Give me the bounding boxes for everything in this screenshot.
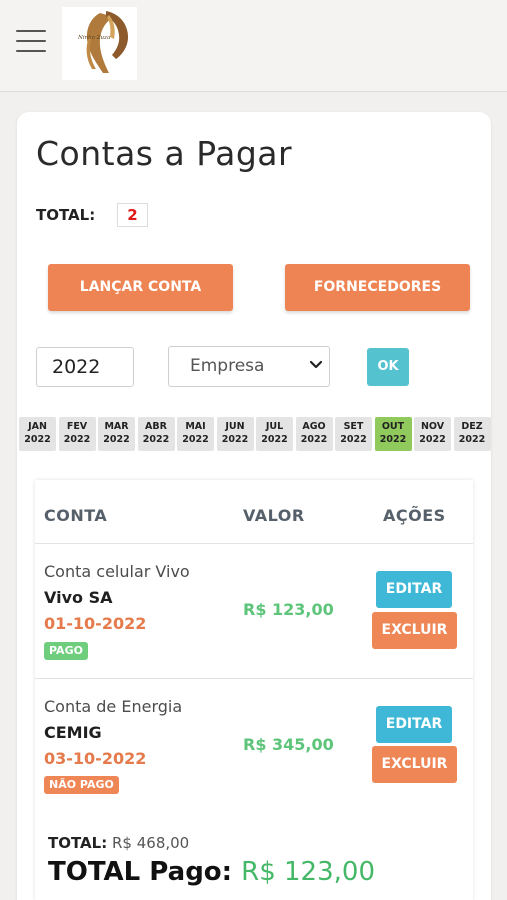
month-button-jul[interactable]: JUL 2022 bbox=[256, 417, 293, 451]
month-year: 2022 bbox=[221, 434, 249, 445]
column-header-acoes: AÇÕES bbox=[383, 506, 446, 525]
row-1-data: 01-10-2022 bbox=[44, 614, 147, 633]
month-year: 2022 bbox=[24, 434, 51, 445]
row-2-status-badge: NÃO PAGO bbox=[44, 776, 119, 794]
month-label: DEZ bbox=[461, 421, 483, 432]
summary-total: TOTAL: R$ 468,00 bbox=[48, 834, 189, 852]
month-year: 2022 bbox=[300, 434, 328, 445]
month-label: OUT bbox=[381, 421, 405, 432]
row-2-valor: R$ 345,00 bbox=[243, 735, 334, 754]
month-button-mar[interactable]: MAR 2022 bbox=[98, 417, 135, 451]
fornecedores-button[interactable]: FORNECEDORES bbox=[285, 264, 470, 311]
column-header-conta: CONTA bbox=[44, 506, 108, 525]
month-label: SET bbox=[343, 421, 364, 432]
month-year: 2022 bbox=[182, 434, 209, 445]
row-divider bbox=[35, 678, 473, 679]
month-year: 2022 bbox=[458, 434, 486, 445]
month-selector: JAN 2022 FEV 2022 MAR 2022 ABR 2022 MAI 2022 JUN 20… bbox=[19, 417, 491, 451]
month-button-nov[interactable]: NOV 2022 bbox=[414, 417, 451, 451]
empresa-select[interactable]: Empresa bbox=[168, 346, 330, 387]
summary-total-value: R$ 468,00 bbox=[112, 834, 190, 852]
month-button-jan[interactable]: JAN 2022 bbox=[19, 417, 56, 451]
month-button-out[interactable]: OUT 2022 bbox=[374, 417, 412, 451]
horse-logo-image: Ninho Zuza bbox=[77, 11, 128, 73]
page-title: Contas a Pagar bbox=[36, 134, 293, 173]
month-year: 2022 bbox=[261, 434, 288, 445]
summary-pago-label: TOTAL Pago: bbox=[48, 857, 233, 887]
row-2-descricao: Conta de Energia bbox=[44, 697, 183, 716]
year-input[interactable]: 2022 bbox=[36, 347, 134, 387]
month-label: ABR bbox=[145, 421, 167, 432]
logo-text: Ninho Zuza bbox=[77, 35, 110, 41]
month-label: AGO bbox=[302, 421, 326, 432]
top-bar: Ninho Zuza bbox=[0, 0, 507, 92]
month-button-ago[interactable]: AGO 2022 bbox=[295, 417, 333, 451]
month-button-abr[interactable]: ABR 2022 bbox=[137, 417, 175, 451]
column-header-valor: VALOR bbox=[243, 506, 305, 525]
row-2-excluir-button[interactable]: EXCLUIR bbox=[372, 746, 457, 783]
month-label: NOV bbox=[420, 421, 445, 432]
month-label: MAR bbox=[104, 421, 129, 432]
summary-total-label: TOTAL: bbox=[48, 834, 108, 852]
total-label: TOTAL: bbox=[36, 206, 96, 224]
month-label: JUL bbox=[265, 421, 284, 432]
header-divider bbox=[35, 543, 473, 544]
ok-button[interactable]: OK bbox=[367, 348, 409, 386]
month-year: 2022 bbox=[63, 434, 91, 445]
empresa-select-value: Empresa bbox=[190, 356, 265, 376]
month-label: JUN bbox=[225, 421, 245, 432]
lancar-conta-button[interactable]: LANÇAR CONTA bbox=[48, 264, 233, 311]
month-button-set[interactable]: SET 2022 bbox=[335, 417, 372, 451]
row-1-excluir-button[interactable]: EXCLUIR bbox=[372, 612, 457, 649]
row-2-editar-button[interactable]: EDITAR bbox=[376, 706, 452, 743]
total-count-badge: 2 bbox=[117, 203, 148, 227]
month-year: 2022 bbox=[379, 434, 407, 445]
month-label: MAI bbox=[185, 421, 206, 432]
summary-total-pago: TOTAL Pago: R$ 123,00 bbox=[48, 857, 375, 887]
month-button-jun[interactable]: JUN 2022 bbox=[216, 417, 254, 451]
hamburger-menu-icon[interactable] bbox=[16, 30, 46, 58]
chevron-down-icon bbox=[309, 360, 323, 369]
month-year: 2022 bbox=[142, 434, 170, 445]
row-1-descricao: Conta celular Vivo bbox=[44, 562, 190, 581]
row-2-fornecedor: CEMIG bbox=[44, 723, 102, 742]
row-1-status-badge: PAGO bbox=[44, 642, 88, 660]
summary-pago-value: R$ 123,00 bbox=[241, 857, 375, 887]
row-2-data: 03-10-2022 bbox=[44, 749, 147, 768]
row-1-valor: R$ 123,00 bbox=[243, 600, 334, 619]
month-year: 2022 bbox=[419, 434, 446, 445]
row-1-editar-button[interactable]: EDITAR bbox=[376, 571, 452, 608]
month-label: FEV bbox=[66, 421, 88, 432]
month-button-mai[interactable]: MAI 2022 bbox=[177, 417, 214, 451]
month-year: 2022 bbox=[103, 434, 130, 445]
month-button-fev[interactable]: FEV 2022 bbox=[58, 417, 96, 451]
row-1-fornecedor: Vivo SA bbox=[44, 588, 113, 607]
month-year: 2022 bbox=[340, 434, 367, 445]
horse-logo-icon[interactable]: Ninho Zuza bbox=[62, 7, 137, 80]
month-label: JAN bbox=[28, 421, 47, 432]
month-button-dez[interactable]: DEZ 2022 bbox=[453, 417, 491, 451]
